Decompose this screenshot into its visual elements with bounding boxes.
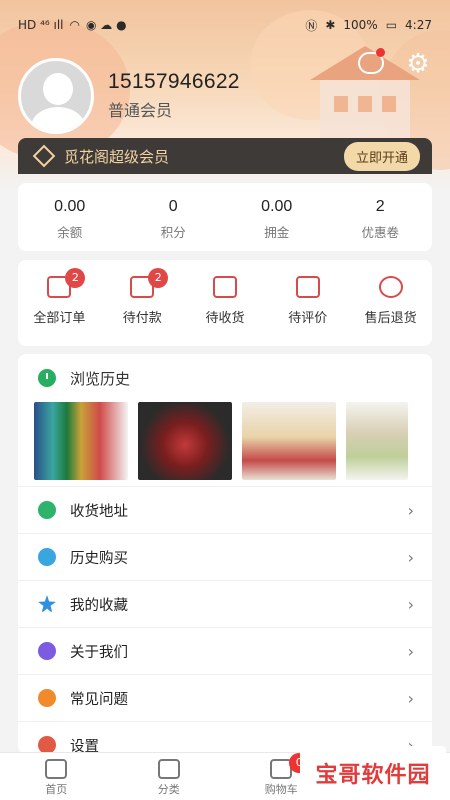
vip-banner[interactable]: 觅花阁超级会员 立即开通: [18, 138, 432, 174]
grid-icon: [157, 759, 180, 779]
diamond-icon: [32, 144, 56, 168]
signal-icon: HD ⁴⁶ ıll: [18, 18, 64, 32]
battery-percent: 100%: [343, 18, 378, 32]
order-pending-payment[interactable]: 2 待付款: [101, 260, 184, 346]
product-thumbnail[interactable]: [242, 402, 336, 480]
history-thumbnails: [18, 402, 432, 486]
product-thumbnail[interactable]: [34, 402, 128, 480]
chevron-right-icon: ›: [407, 500, 414, 520]
member-level: 普通会员: [108, 101, 173, 120]
bluetooth-icon: ✱: [325, 18, 336, 32]
refund-icon: [378, 276, 403, 298]
vip-title: 觅花阁超级会员: [64, 147, 170, 166]
tab-home[interactable]: 首页: [0, 753, 113, 800]
chevron-right-icon: ›: [407, 688, 414, 708]
browse-history-header[interactable]: 浏览历史: [18, 354, 432, 402]
nfc-icon: Ⓝ: [305, 18, 318, 33]
home-icon: [45, 759, 68, 779]
stat-points[interactable]: 0 积分: [122, 183, 226, 251]
browse-history-title: 浏览历史: [70, 369, 131, 388]
clock-icon: [38, 548, 56, 566]
order-all[interactable]: 2 全部订单: [18, 260, 101, 346]
account-stats: 0.00 余额 0 积分 0.00 拥金 2 优惠卷: [18, 183, 432, 251]
clock-time: 4:27: [405, 18, 432, 32]
vip-open-button[interactable]: 立即开通: [343, 141, 420, 171]
product-thumbnail[interactable]: [138, 402, 232, 480]
order-after-sales[interactable]: 售后退货: [349, 260, 432, 346]
avatar[interactable]: [18, 58, 94, 134]
order-all-badge: 2: [65, 268, 86, 288]
user-phone: 15157946622: [108, 70, 240, 93]
stat-coupons[interactable]: 2 优惠卷: [329, 183, 433, 251]
chevron-right-icon: ›: [407, 594, 414, 614]
battery-icon: ▭: [385, 18, 398, 32]
status-bar: HD ⁴⁶ ıll ◠ ◉ ☁ ● Ⓝ ✱ 100% ▭ 4:27: [0, 0, 450, 50]
order-pending-receipt[interactable]: 待收货: [184, 260, 267, 346]
chevron-right-icon: ›: [407, 547, 414, 567]
watermark-logo: 宝哥软件园: [300, 746, 446, 800]
stat-commission[interactable]: 0.00 拥金: [225, 183, 329, 251]
location-icon: [38, 501, 56, 519]
menu-favorites[interactable]: 我的收藏 ›: [18, 580, 432, 627]
menu-purchase-history[interactable]: 历史购买 ›: [18, 533, 432, 580]
share-icon: [38, 642, 56, 660]
wifi-icon: ◠: [69, 18, 80, 32]
comment-icon: [295, 276, 320, 298]
settings-gear-icon[interactable]: ⚙: [404, 50, 432, 78]
box-icon: [212, 276, 237, 298]
app-notification-icon: ◉ ☁ ●: [86, 18, 127, 32]
pending-payment-badge: 2: [148, 268, 169, 288]
chat-icon: [38, 689, 56, 707]
message-badge-dot: [376, 48, 385, 57]
tab-category[interactable]: 分类: [113, 753, 226, 800]
stat-balance[interactable]: 0.00 余额: [18, 183, 122, 251]
history-clock-icon: [38, 369, 56, 387]
order-shortcuts: 2 全部订单 2 待付款 待收货 待评价 售后退货: [18, 260, 432, 346]
order-pending-review[interactable]: 待评价: [266, 260, 349, 346]
menu-card: 浏览历史 收货地址 › 历史购买 › 我的收藏 › 关于我们 › 常见问题 › 设置 ›: [18, 354, 432, 755]
menu-address[interactable]: 收货地址 ›: [18, 486, 432, 533]
star-icon: [38, 595, 56, 613]
product-thumbnail[interactable]: [346, 402, 408, 480]
menu-faq[interactable]: 常见问题 ›: [18, 674, 432, 721]
menu-about-us[interactable]: 关于我们 ›: [18, 627, 432, 674]
chevron-right-icon: ›: [407, 641, 414, 661]
